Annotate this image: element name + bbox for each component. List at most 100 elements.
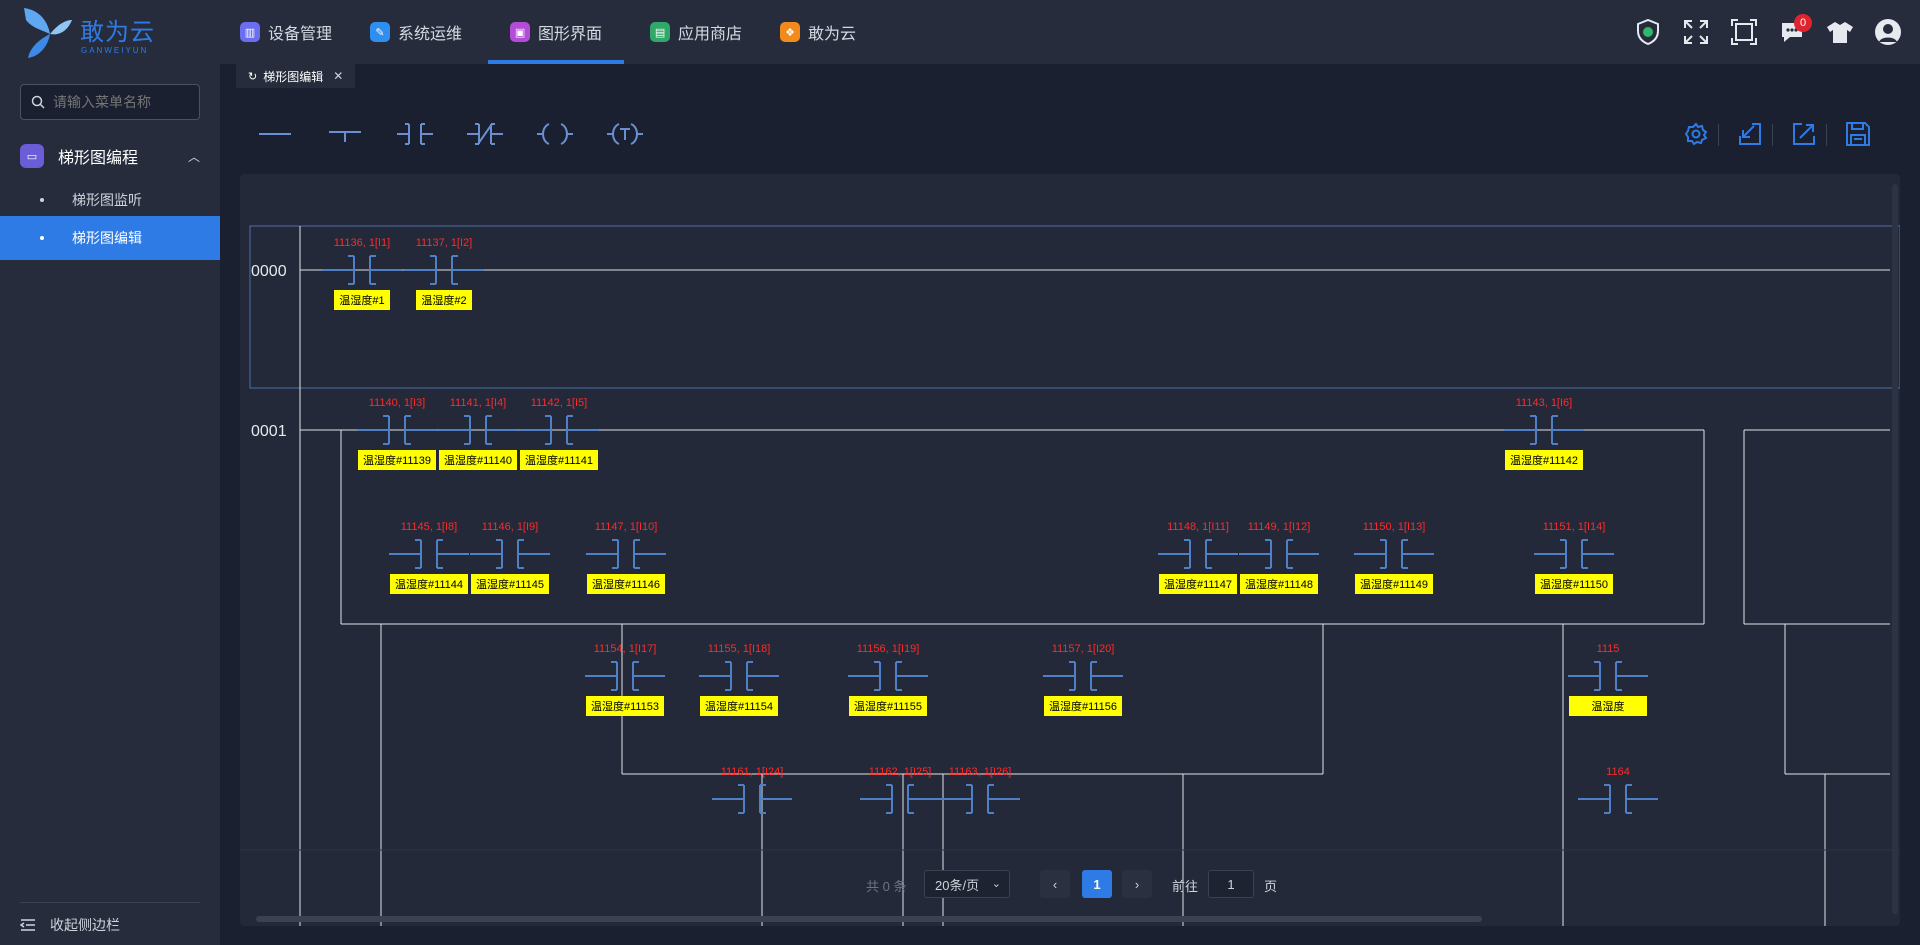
refresh-icon[interactable]: ↻ [248, 70, 257, 83]
collapse-sidebar-button[interactable]: 收起侧边栏 [20, 902, 200, 935]
sidebar-item-ladder-edit[interactable]: 梯形图编辑 [0, 216, 220, 260]
contact[interactable]: 11146, 1[I9] 温湿度#11145 [470, 521, 550, 594]
horizontal-scrollbar[interactable] [256, 916, 1482, 922]
nav-label: 敢为云 [808, 26, 857, 43]
contact-address: 11157, 1[I20] [1052, 643, 1115, 655]
close-icon[interactable]: ✕ [333, 69, 343, 83]
export-button[interactable] [1782, 116, 1826, 152]
contact[interactable]: 11141, 1[I4] 温湿度#11140 [438, 397, 518, 470]
nav-system-ops[interactable]: ✎ 系统运维 [358, 0, 474, 64]
store-icon: ▤ [650, 22, 671, 42]
contact-tag: 温湿度#11142 [1510, 453, 1578, 467]
tool-coil[interactable] [532, 116, 578, 152]
main-nav: ▥ 设备管理 ✎ 系统运维 ▣ 图形界面 ▤ 应用商店 ❖ 敢为云 [228, 0, 882, 64]
contact[interactable]: 11155, 1[I18] 温湿度#11154 [699, 643, 779, 716]
security-button[interactable] [1624, 0, 1672, 64]
tool-normally-open-contact[interactable] [392, 116, 438, 152]
rung-wiring [300, 429, 1890, 926]
no-contact-symbol [586, 539, 666, 569]
screen-frame-button[interactable] [1720, 0, 1768, 64]
import-icon [1739, 123, 1761, 145]
fullscreen-button[interactable] [1672, 0, 1720, 64]
chevron-left-icon: ‹ [1052, 876, 1058, 892]
pager-total: 共 0 条 [866, 879, 907, 894]
save-icon [1846, 122, 1870, 146]
nav-label: 设备管理 [268, 26, 333, 43]
save-button[interactable] [1836, 116, 1880, 152]
nav-ganweiyun[interactable]: ❖ 敢为云 [768, 0, 868, 64]
tool-timer-coil[interactable] [602, 116, 648, 152]
contact[interactable]: 11150, 1[I13] 温湿度#11149 [1354, 521, 1434, 594]
bullet-dot [40, 198, 44, 202]
contact[interactable]: 11137, 1[I2] 温湿度#2 [404, 237, 484, 310]
contact[interactable]: 11151, 1[I14] 温湿度#11150 [1534, 521, 1614, 594]
settings-button[interactable] [1674, 116, 1718, 152]
no-contact-symbol [1534, 539, 1614, 569]
page-number-current[interactable]: 1 [1082, 870, 1112, 898]
ladder-program-icon: ▭ [20, 144, 44, 168]
logo[interactable]: 敢为云 GANWEIYUN [18, 4, 168, 60]
toolbar-divider [1826, 124, 1827, 146]
contact[interactable]: 11143, 1[I6] 温湿度#11142 [1504, 397, 1584, 470]
contact-address: 11141, 1[I4] [450, 397, 506, 409]
goto-page-input[interactable]: 1 [1208, 870, 1254, 898]
contact[interactable]: 11136, 1[I1] 温湿度#1 [322, 237, 402, 310]
nav-graphic-ui[interactable]: ▣ 图形界面 [488, 0, 625, 64]
toolbar-divider [1718, 124, 1719, 146]
frame-icon [1731, 19, 1757, 45]
tab-ladder-edit[interactable]: ↻ 梯形图编辑 ✕ [236, 64, 356, 88]
gear-icon [1684, 122, 1708, 146]
no-contact-symbol [712, 784, 792, 814]
ladder-diagram[interactable]: 0000 0001 11136, 1[I1] 温湿度#1 11137, 1[I2] 温… [240, 174, 1900, 926]
contact[interactable]: 11147, 1[I10] 温湿度#11146 [586, 521, 666, 594]
contact[interactable]: 11157, 1[I20] 温湿度#11156 [1043, 643, 1123, 716]
contact-address: 1115 [1597, 643, 1620, 655]
contact[interactable]: 11162, 1[I25] [860, 766, 940, 814]
contact[interactable]: 11154, 1[I17] 温湿度#11153 [585, 643, 665, 716]
nav-app-store[interactable]: ▤ 应用商店 [638, 0, 754, 64]
contact[interactable]: 11145, 1[I8] 温湿度#11144 [389, 521, 469, 594]
contact[interactable]: 11142, 1[I5] 温湿度#11141 [519, 397, 599, 470]
tab-label: 梯形图编辑 [263, 69, 324, 84]
wrench-icon: ✎ [370, 22, 391, 42]
horizontal-line-icon [259, 133, 291, 135]
import-button[interactable] [1728, 116, 1772, 152]
contact[interactable]: 1115 温湿度 [1568, 643, 1648, 716]
contact-address: 11162, 1[I25] [869, 766, 932, 778]
ladder-canvas[interactable]: 0000 0001 11136, 1[I1] 温湿度#1 11137, 1[I2] 温… [240, 174, 1900, 926]
contact-group: 11136, 1[I1] 温湿度#1 11137, 1[I2] 温湿度#2 11140,… [322, 237, 1658, 814]
contact[interactable]: 11156, 1[I19] 温湿度#11155 [848, 643, 928, 716]
menu-group-ladder[interactable]: ▭ 梯形图编程 ︿ [0, 134, 220, 178]
contact[interactable]: 11161, 1[I24] [712, 766, 792, 814]
no-contact-symbol [699, 661, 779, 691]
page-size-select[interactable]: 20条/页 ⌄ [924, 870, 1010, 898]
contact[interactable]: 11140, 1[I3] 温湿度#11139 [357, 397, 437, 470]
theme-button[interactable] [1816, 0, 1864, 64]
contact[interactable]: 1164 [1578, 766, 1658, 814]
tool-normally-closed-contact[interactable] [462, 116, 508, 152]
tool-branch-line[interactable] [322, 116, 368, 152]
tool-horizontal-line[interactable] [252, 116, 298, 152]
contact[interactable]: 11163, 1[I26] [940, 766, 1020, 814]
prev-page-button[interactable]: ‹ [1040, 870, 1070, 898]
menu-search[interactable] [20, 84, 200, 120]
no-contact-symbol [1043, 661, 1123, 691]
user-avatar[interactable] [1864, 0, 1912, 64]
contact-address: 11151, 1[I14] [1543, 521, 1606, 533]
contact-tag: 温湿度#11149 [1360, 577, 1428, 591]
vertical-scrollbar[interactable] [1892, 184, 1898, 914]
contact[interactable]: 11148, 1[I11] 温湿度#11147 [1158, 521, 1238, 594]
messages-button[interactable]: 0 [1768, 0, 1816, 64]
no-contact-symbol [470, 539, 550, 569]
notification-badge: 0 [1794, 14, 1812, 32]
contact-address: 1164 [1606, 766, 1630, 778]
next-page-button[interactable]: › [1122, 870, 1152, 898]
menu-search-input[interactable] [53, 94, 193, 110]
rung-number: 0001 [251, 423, 287, 440]
rung-selection-box [249, 225, 1900, 389]
contact[interactable]: 11149, 1[I12] 温湿度#11148 [1239, 521, 1319, 594]
coil-icon [537, 123, 573, 145]
nav-device-management[interactable]: ▥ 设备管理 [228, 0, 344, 64]
no-contact-symbol [389, 539, 469, 569]
branch-line-icon [329, 131, 361, 142]
